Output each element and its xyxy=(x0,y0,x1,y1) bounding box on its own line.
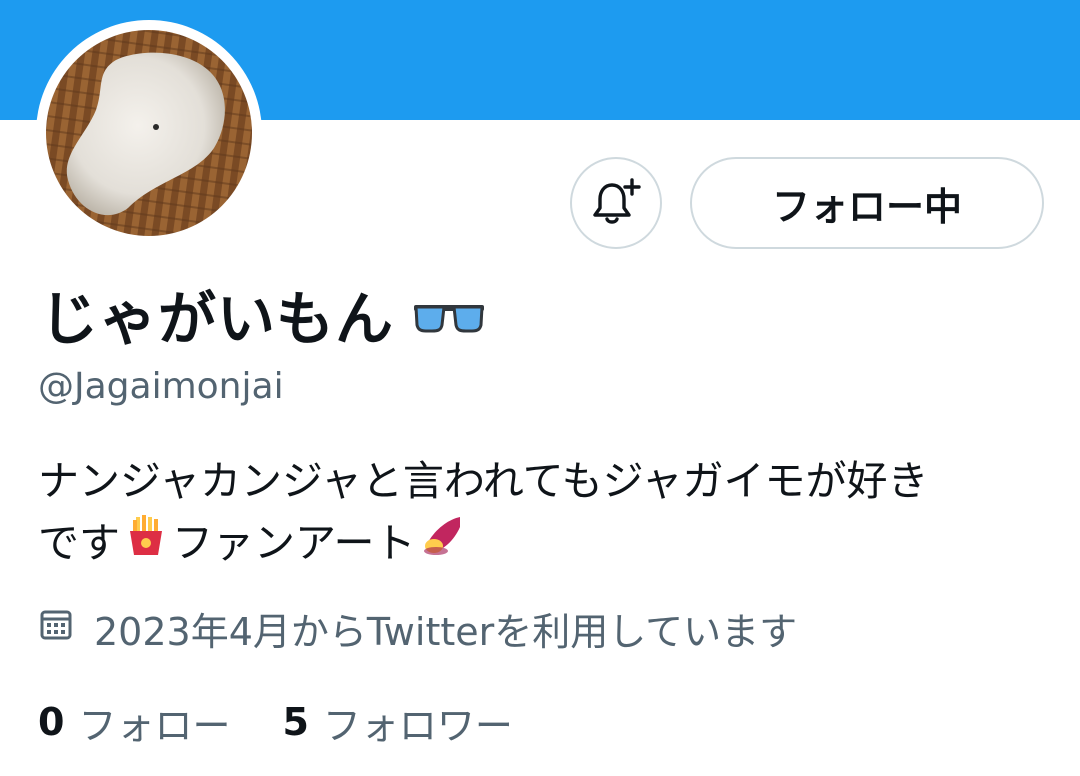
follow-stats: 0 フォロー 5 フォロワー xyxy=(38,694,513,750)
display-name-row: じゃがいもん xyxy=(40,276,486,353)
bio-text-1: ナンジャカンジャと言われてもジャガイモが好き xyxy=(38,457,929,505)
bio-text-2a: です xyxy=(38,519,120,567)
profile-bio: ナンジャカンジャと言われてもジャガイモが好き です ファンアート xyxy=(38,450,1048,574)
bio-line-2: です ファンアート xyxy=(38,512,1048,574)
bell-plus-icon xyxy=(593,178,641,224)
sweet-potato-icon xyxy=(420,512,464,574)
calendar-icon xyxy=(38,606,74,651)
sunglasses-icon xyxy=(412,301,486,337)
user-handle: @Jagaimonjai xyxy=(38,366,284,407)
avatar-image xyxy=(46,30,252,236)
following-count: 0 xyxy=(38,700,65,744)
display-name: じゃがいもん xyxy=(40,285,395,353)
french-fries-icon xyxy=(124,512,168,574)
following-button-label: フォロー中 xyxy=(771,184,962,229)
bio-text-2b: ファンアート xyxy=(172,519,416,567)
profile-page: フォロー中 じゃがいもん @Jagaimonjai ナンジャカンジャと言われても… xyxy=(0,0,1080,776)
followers-count: 5 xyxy=(282,700,309,744)
followers-label: フォロワー xyxy=(322,703,513,748)
following-label: フォロー xyxy=(78,703,231,748)
followers-stat-link[interactable]: 5 フォロワー xyxy=(282,695,512,750)
joined-text: 2023年4月からTwitterを利用しています xyxy=(94,609,798,654)
following-stat-link[interactable]: 0 フォロー xyxy=(38,695,230,750)
bio-line-1: ナンジャカンジャと言われてもジャガイモが好き xyxy=(38,450,1048,512)
joined-date: 2023年4月からTwitterを利用しています xyxy=(38,600,797,656)
notifications-button[interactable] xyxy=(570,157,662,249)
following-button[interactable]: フォロー中 xyxy=(690,157,1044,249)
avatar[interactable] xyxy=(46,30,252,236)
